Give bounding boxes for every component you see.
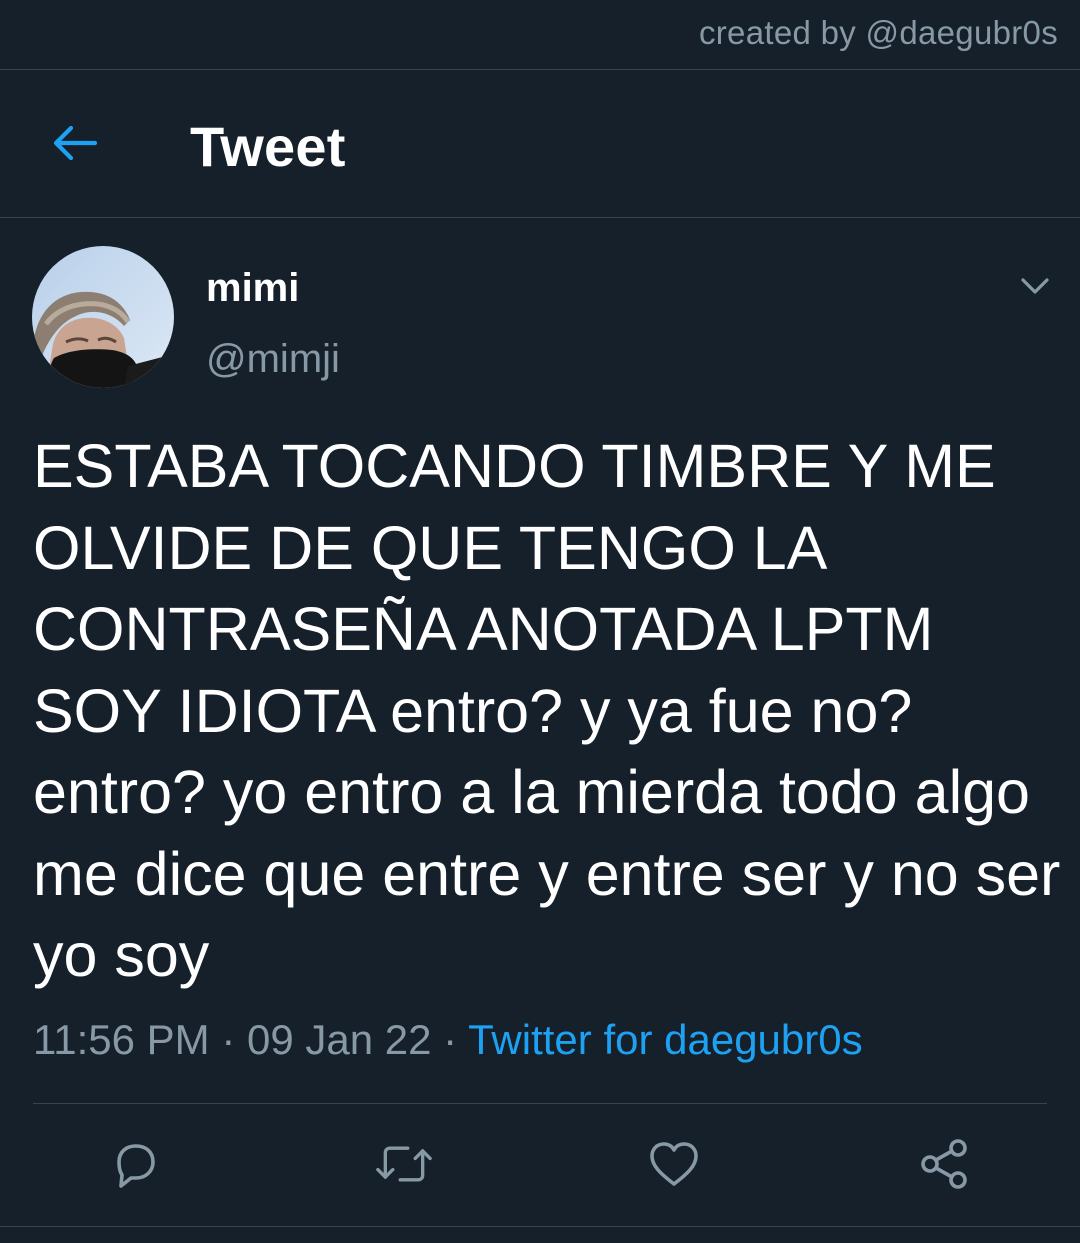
header-divider xyxy=(0,217,1080,218)
tweet-meta: 11:56 PM · 09 Jan 22 · Twitter for daegu… xyxy=(33,1016,863,1064)
user-handle[interactable]: @mimji xyxy=(206,337,340,382)
more-options-button[interactable] xyxy=(1014,268,1056,304)
meta-separator: · xyxy=(443,1016,458,1063)
avatar[interactable] xyxy=(32,246,174,388)
actions-divider xyxy=(33,1103,1047,1104)
tweet-time: 11:56 PM xyxy=(33,1016,210,1063)
display-name[interactable]: mimi xyxy=(206,266,299,311)
heart-icon xyxy=(650,1142,698,1186)
back-button[interactable] xyxy=(46,118,102,168)
arrow-left-icon xyxy=(53,125,97,161)
like-button[interactable] xyxy=(646,1136,702,1192)
share-icon xyxy=(921,1139,967,1189)
watermark: created by @daegubr0s xyxy=(698,14,1058,51)
reply-icon xyxy=(117,1144,155,1188)
page-title: Tweet xyxy=(190,115,346,178)
share-button[interactable] xyxy=(916,1136,972,1192)
bottom-divider xyxy=(0,1226,1080,1227)
retweet-icon xyxy=(376,1146,432,1182)
chevron-down-icon xyxy=(1021,278,1049,294)
header: Tweet xyxy=(0,70,1080,217)
retweet-button[interactable] xyxy=(376,1136,432,1192)
reply-button[interactable] xyxy=(107,1136,163,1192)
tweet-date: 09 Jan 22 xyxy=(247,1016,432,1063)
avatar-image xyxy=(32,246,174,388)
meta-separator: · xyxy=(221,1016,236,1063)
tweet-text: ESTABA TOCANDO TIMBRE Y ME OLVIDE DE QUE… xyxy=(33,432,1061,989)
tweet-source-link[interactable]: Twitter for daegubr0s xyxy=(468,1016,863,1063)
